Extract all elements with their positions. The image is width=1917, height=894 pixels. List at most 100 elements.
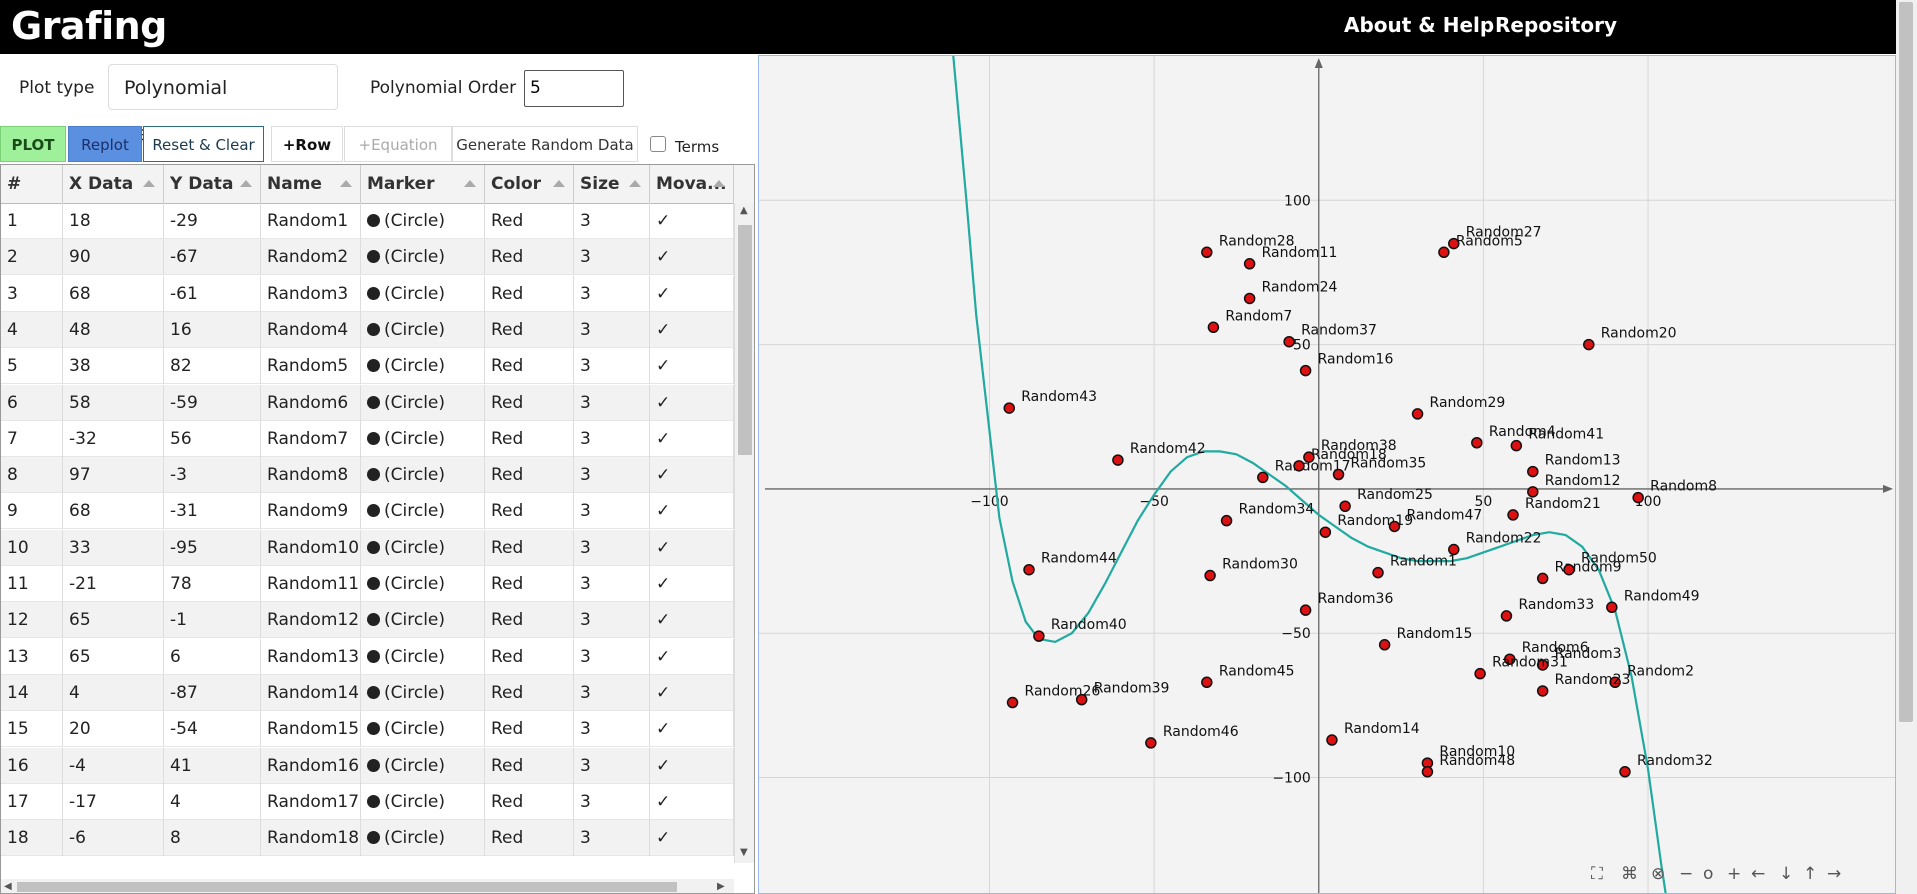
table-row[interactable]: 13 65 6 Random13 (Circle) Red 3 ✓	[1, 638, 734, 675]
table-cell[interactable]: 68	[63, 493, 164, 530]
table-cell[interactable]: Red	[485, 493, 574, 530]
zoom-out-icon[interactable]: −	[1679, 864, 1693, 884]
table-cell[interactable]: Random13	[261, 638, 361, 675]
table-cell[interactable]: -87	[164, 674, 261, 711]
app-logo-title[interactable]: Grafing	[11, 2, 167, 50]
table-cell[interactable]: Red	[485, 457, 574, 494]
table-cell[interactable]: Red	[485, 203, 574, 239]
table-cell[interactable]: 7	[1, 420, 63, 457]
window-scrollbar-thumb[interactable]	[1899, 2, 1913, 722]
terms-checkbox[interactable]	[650, 136, 666, 152]
table-cell[interactable]: -31	[164, 493, 261, 530]
table-cell[interactable]: Red	[485, 638, 574, 675]
table-cell[interactable]: ✓	[650, 711, 734, 748]
table-cell[interactable]: ✓	[650, 529, 734, 566]
table-vertical-scrollbar[interactable]: ▲ ▼	[734, 203, 754, 863]
table-cell[interactable]: 3	[574, 203, 650, 239]
table-cell[interactable]: Random3	[261, 275, 361, 312]
column-header[interactable]: Color	[485, 165, 574, 203]
table-cell[interactable]: 3	[574, 674, 650, 711]
table-cell[interactable]: Random6	[261, 384, 361, 421]
table-cell[interactable]: Red	[485, 820, 574, 857]
table-cell[interactable]: -67	[164, 239, 261, 276]
table-cell[interactable]: ✓	[650, 820, 734, 857]
table-cell[interactable]: Red	[485, 602, 574, 639]
table-cell[interactable]: Red	[485, 420, 574, 457]
table-cell[interactable]: (Circle)	[361, 420, 485, 457]
table-cell[interactable]: Red	[485, 311, 574, 348]
scroll-right-arrow-icon[interactable]: ▶	[717, 881, 725, 892]
polynomial-order-input[interactable]: 5	[524, 70, 624, 107]
table-cell[interactable]: 56	[164, 420, 261, 457]
table-cell[interactable]: 3	[574, 493, 650, 530]
pan-down-icon[interactable]: ↓	[1779, 864, 1793, 884]
plot-area[interactable]: −100 −50 50 100 100 50 −50 −100 Random1 Random2 Ra…	[758, 55, 1896, 894]
scroll-down-arrow-icon[interactable]: ▼	[740, 847, 748, 858]
table-cell[interactable]: 3	[574, 275, 650, 312]
table-cell[interactable]: (Circle)	[361, 602, 485, 639]
table-cell[interactable]: (Circle)	[361, 348, 485, 385]
table-cell[interactable]: (Circle)	[361, 820, 485, 857]
table-cell[interactable]: Random1	[261, 203, 361, 239]
table-cell[interactable]: -61	[164, 275, 261, 312]
table-cell[interactable]: ✓	[650, 638, 734, 675]
table-cell[interactable]: Random2	[261, 239, 361, 276]
table-cell[interactable]: Random4	[261, 311, 361, 348]
table-cell[interactable]: Red	[485, 783, 574, 820]
table-cell[interactable]: 97	[63, 457, 164, 494]
column-header[interactable]: Size	[574, 165, 650, 203]
table-cell[interactable]: ✓	[650, 420, 734, 457]
table-cell[interactable]: ✓	[650, 747, 734, 784]
table-row[interactable]: 4 48 16 Random4 (Circle) Red 3 ✓	[1, 311, 734, 348]
pan-right-icon[interactable]: →	[1827, 864, 1841, 884]
table-cell[interactable]: 33	[63, 529, 164, 566]
reset-clear-button[interactable]: Reset & Clear	[143, 126, 264, 162]
table-row[interactable]: 17 -17 4 Random17 (Circle) Red 3 ✓	[1, 783, 734, 820]
table-cell[interactable]: Red	[485, 529, 574, 566]
table-cell[interactable]: 16	[164, 311, 261, 348]
table-cell[interactable]: 1	[1, 203, 63, 239]
table-cell[interactable]: 82	[164, 348, 261, 385]
table-cell[interactable]: (Circle)	[361, 239, 485, 276]
table-cell[interactable]: Random9	[261, 493, 361, 530]
sort-arrow-icon[interactable]	[143, 180, 155, 187]
table-cell[interactable]: (Circle)	[361, 638, 485, 675]
table-cell[interactable]: 3	[574, 529, 650, 566]
table-cell[interactable]: 65	[63, 602, 164, 639]
table-cell[interactable]: 10	[1, 529, 63, 566]
table-cell[interactable]: 38	[63, 348, 164, 385]
table-cell[interactable]: 3	[574, 638, 650, 675]
table-cell[interactable]: 4	[1, 311, 63, 348]
table-row[interactable]: 16 -4 41 Random16 (Circle) Red 3 ✓	[1, 747, 734, 784]
table-cell[interactable]: (Circle)	[361, 311, 485, 348]
table-cell[interactable]: ✓	[650, 311, 734, 348]
table-cell[interactable]: 90	[63, 239, 164, 276]
window-scrollbar[interactable]	[1896, 0, 1917, 894]
fullscreen-icon[interactable]: ⛶	[1591, 864, 1603, 884]
table-cell[interactable]: ✓	[650, 203, 734, 239]
table-cell[interactable]: ✓	[650, 348, 734, 385]
table-cell[interactable]: Random12	[261, 602, 361, 639]
table-cell[interactable]: 3	[574, 348, 650, 385]
table-cell[interactable]: Red	[485, 239, 574, 276]
table-row[interactable]: 14 4 -87 Random14 (Circle) Red 3 ✓	[1, 674, 734, 711]
table-row[interactable]: 7 -32 56 Random7 (Circle) Red 3 ✓	[1, 420, 734, 457]
column-header[interactable]: #	[1, 165, 63, 203]
table-cell[interactable]: -3	[164, 457, 261, 494]
table-row[interactable]: 12 65 -1 Random12 (Circle) Red 3 ✓	[1, 602, 734, 639]
scroll-up-arrow-icon[interactable]: ▲	[740, 205, 748, 216]
table-cell[interactable]: 58	[63, 384, 164, 421]
reset-view-icon[interactable]: ⊗	[1651, 864, 1665, 884]
table-row[interactable]: 8 97 -3 Random8 (Circle) Red 3 ✓	[1, 457, 734, 494]
column-header[interactable]: Y Data	[164, 165, 261, 203]
pan-left-icon[interactable]: ←	[1751, 864, 1765, 884]
table-cell[interactable]: ✓	[650, 384, 734, 421]
sort-arrow-icon[interactable]	[240, 180, 252, 187]
table-row[interactable]: 9 68 -31 Random9 (Circle) Red 3 ✓	[1, 493, 734, 530]
table-horizontal-scrollbar-thumb[interactable]	[17, 882, 677, 892]
table-cell[interactable]: (Circle)	[361, 384, 485, 421]
table-cell[interactable]: Red	[485, 384, 574, 421]
table-cell[interactable]: 3	[574, 602, 650, 639]
table-horizontal-scrollbar[interactable]: ◀ ▶	[1, 879, 734, 893]
table-cell[interactable]: Random17	[261, 783, 361, 820]
